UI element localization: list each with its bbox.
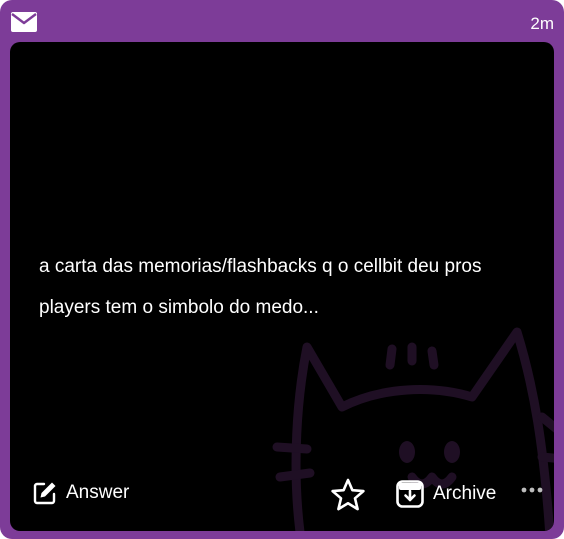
question-card: 2m a carta das memorias/flashbacks q o c… xyxy=(0,0,564,539)
action-bar: Answer Archive xyxy=(10,478,554,514)
favorite-button[interactable] xyxy=(330,478,366,512)
question-text: a carta das memorias/flashbacks q o cell… xyxy=(39,256,482,318)
archive-box-icon xyxy=(396,480,424,508)
more-options-button[interactable] xyxy=(521,487,543,493)
archive-label: Archive xyxy=(433,483,497,504)
answer-label: Answer xyxy=(66,482,130,503)
star-icon xyxy=(330,478,366,512)
envelope-icon xyxy=(10,10,38,34)
timestamp: 2m xyxy=(530,14,554,33)
more-dots-icon xyxy=(521,487,543,493)
question-panel: a carta das memorias/flashbacks q o cell… xyxy=(10,42,554,531)
archive-button[interactable]: Archive xyxy=(396,480,496,508)
answer-button[interactable]: Answer xyxy=(32,480,129,506)
pencil-square-icon xyxy=(32,480,58,506)
